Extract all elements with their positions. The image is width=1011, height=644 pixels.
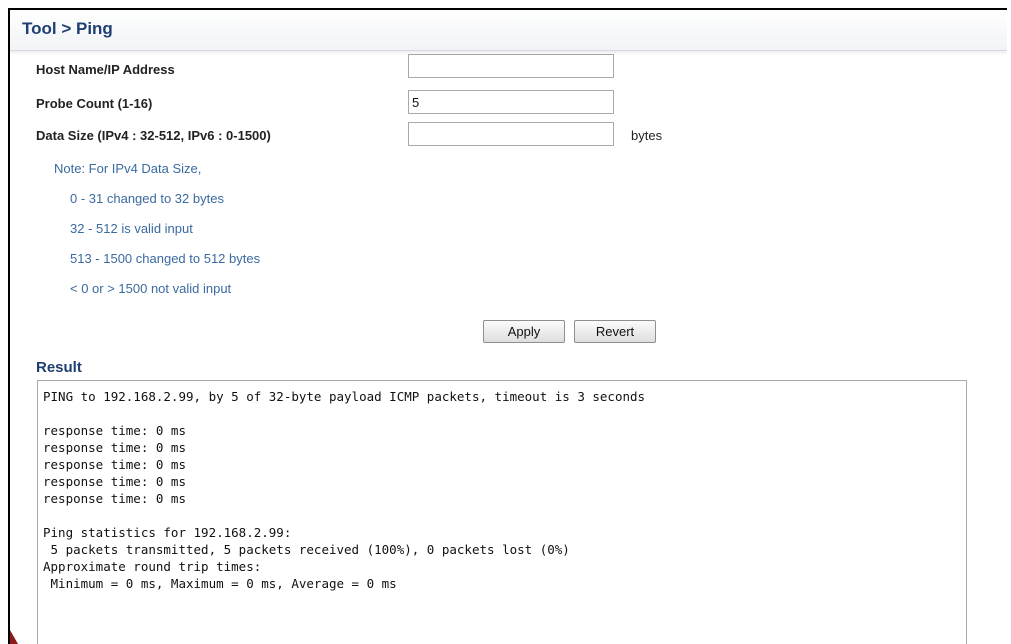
result-line: Approximate round trip times: xyxy=(43,559,262,574)
result-output: PING to 192.168.2.99, by 5 of 32-byte pa… xyxy=(37,380,967,644)
result-line xyxy=(38,507,966,524)
result-line xyxy=(38,405,966,422)
host-name-input[interactable] xyxy=(408,54,614,78)
probe-count-input[interactable] xyxy=(408,90,614,114)
host-name-label: Host Name/IP Address xyxy=(36,62,175,77)
probe-count-label: Probe Count (1-16) xyxy=(36,96,153,111)
note-line: < 0 or > 1500 not valid input xyxy=(70,281,232,296)
result-line: 5 packets transmitted, 5 packets receive… xyxy=(43,542,570,557)
result-line: response time: 0 ms xyxy=(43,440,186,455)
title-bar: Tool > Ping xyxy=(10,10,1007,51)
data-size-unit: bytes xyxy=(631,128,663,143)
note-line: 513 - 1500 changed to 512 bytes xyxy=(70,251,261,266)
result-line: response time: 0 ms xyxy=(43,491,186,506)
result-line: Minimum = 0 ms, Maximum = 0 ms, Average … xyxy=(43,576,397,591)
result-line: PING to 192.168.2.99, by 5 of 32-byte pa… xyxy=(43,389,646,404)
data-size-label: Data Size (IPv4 : 32-512, IPv6 : 0-1500) xyxy=(36,128,271,143)
apply-button[interactable]: Apply xyxy=(483,320,565,343)
ping-tool-window: Host Name/IP Address Probe Count (1-16) … xyxy=(8,8,1007,644)
corner-accent xyxy=(10,630,18,644)
result-line: response time: 0 ms xyxy=(43,474,186,489)
revert-button[interactable]: Revert xyxy=(574,320,656,343)
result-line: Ping statistics for 192.168.2.99: xyxy=(43,525,292,540)
page-title: Tool > Ping xyxy=(22,19,113,38)
note-line: 32 - 512 is valid input xyxy=(70,221,193,236)
data-size-note: Note: For IPv4 Data Size, xyxy=(54,161,202,176)
data-size-input[interactable] xyxy=(408,122,614,146)
result-line: response time: 0 ms xyxy=(43,423,186,438)
note-line: 0 - 31 changed to 32 bytes xyxy=(70,191,224,206)
result-heading: Result xyxy=(36,359,82,376)
ping-form: Host Name/IP Address Probe Count (1-16) … xyxy=(10,50,1007,325)
result-line: response time: 0 ms xyxy=(43,457,186,472)
